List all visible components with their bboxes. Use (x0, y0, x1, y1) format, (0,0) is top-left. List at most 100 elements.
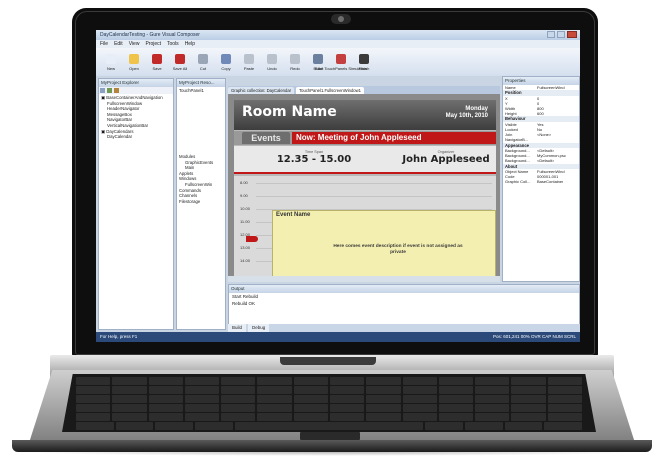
start-touchpanels-simulation-button[interactable]: Start TouchPanels Simulation (315, 53, 367, 71)
key[interactable] (76, 413, 111, 421)
key[interactable] (293, 386, 328, 394)
key[interactable] (293, 395, 328, 403)
key[interactable] (544, 422, 582, 430)
resource-item[interactable]: Filestorage (179, 199, 213, 205)
explorer-item[interactable]: DayCalendar (101, 134, 171, 140)
key[interactable] (425, 422, 463, 430)
key[interactable] (438, 395, 474, 403)
undo-button[interactable]: Undo (263, 53, 281, 71)
key[interactable] (547, 386, 582, 394)
key[interactable] (504, 422, 543, 430)
key[interactable] (547, 404, 582, 412)
key[interactable] (511, 395, 546, 403)
key[interactable] (511, 386, 546, 394)
key[interactable] (511, 404, 546, 412)
cut-button[interactable]: Cut (194, 53, 212, 71)
open-button[interactable]: Open (125, 53, 143, 71)
menu-item-file[interactable]: File (100, 41, 108, 47)
key[interactable] (329, 386, 365, 394)
key[interactable] (234, 422, 424, 430)
key[interactable] (112, 386, 147, 394)
key[interactable] (257, 377, 292, 385)
key[interactable] (438, 386, 474, 394)
key[interactable] (148, 404, 183, 412)
finish-button[interactable]: Finish (355, 53, 373, 71)
key[interactable] (221, 386, 256, 394)
key[interactable] (112, 404, 147, 412)
resources-top-item[interactable]: TouchPanel1 (179, 88, 223, 94)
key[interactable] (402, 413, 437, 421)
key[interactable] (184, 413, 220, 421)
events-tab[interactable]: Events (242, 132, 290, 144)
explorer-item[interactable]: ▣ BaseContainerAndNavigation (101, 95, 171, 101)
key[interactable] (221, 413, 256, 421)
explorer-tool-icon[interactable] (114, 88, 119, 93)
output-tab-debug[interactable]: Debug (248, 324, 270, 332)
key[interactable] (293, 377, 328, 385)
key[interactable] (366, 413, 401, 421)
key[interactable] (438, 404, 474, 412)
explorer-tool-icon[interactable] (100, 88, 105, 93)
close-icon[interactable] (567, 31, 577, 38)
key[interactable] (76, 404, 111, 412)
menu-item-view[interactable]: View (129, 41, 140, 47)
property-row[interactable]: Graphic Coll... BaseContainer (503, 179, 579, 184)
key[interactable] (112, 413, 147, 421)
key[interactable] (475, 386, 510, 394)
key[interactable] (293, 404, 328, 412)
key[interactable] (366, 395, 401, 403)
key[interactable] (184, 404, 220, 412)
explorer-tool-icon[interactable] (107, 88, 112, 93)
key[interactable] (438, 413, 474, 421)
menu-item-project[interactable]: Project (145, 41, 161, 47)
copy-button[interactable]: Copy (217, 53, 235, 71)
key[interactable] (475, 377, 510, 385)
key[interactable] (402, 404, 437, 412)
key[interactable] (293, 413, 328, 421)
menu-item-tools[interactable]: Tools (167, 41, 179, 47)
key[interactable] (112, 395, 147, 403)
key[interactable] (148, 377, 183, 385)
key[interactable] (257, 413, 292, 421)
key[interactable] (464, 422, 503, 430)
document-tab[interactable]: TouchPanel1.FullscreenWindow1 (296, 87, 364, 94)
new-button[interactable]: New (102, 53, 120, 71)
key[interactable] (184, 377, 220, 385)
resource-item[interactable]: FullscreenWin (179, 182, 213, 188)
key[interactable] (329, 395, 365, 403)
key[interactable] (148, 395, 183, 403)
key[interactable] (438, 377, 474, 385)
maximize-icon[interactable] (557, 31, 565, 38)
paste-button[interactable]: Paste (240, 53, 258, 71)
key[interactable] (402, 377, 437, 385)
key[interactable] (115, 422, 154, 430)
key[interactable] (257, 386, 292, 394)
key[interactable] (547, 395, 582, 403)
key[interactable] (76, 386, 111, 394)
key[interactable] (257, 404, 292, 412)
key[interactable] (155, 422, 194, 430)
key[interactable] (402, 395, 437, 403)
canvas-scrollbar[interactable] (228, 276, 500, 282)
key[interactable] (475, 395, 510, 403)
key[interactable] (195, 422, 233, 430)
save-button[interactable]: Save (148, 53, 166, 71)
key[interactable] (221, 395, 256, 403)
key[interactable] (366, 386, 401, 394)
key[interactable] (148, 386, 183, 394)
key[interactable] (76, 422, 114, 430)
key[interactable] (511, 377, 546, 385)
minimize-icon[interactable] (547, 31, 555, 38)
key[interactable] (366, 404, 401, 412)
key[interactable] (511, 413, 546, 421)
key[interactable] (475, 404, 510, 412)
document-tab[interactable]: Graphic collection: DayCalendar (228, 87, 295, 94)
key[interactable] (547, 413, 582, 421)
key[interactable] (76, 377, 111, 385)
key[interactable] (184, 395, 220, 403)
menu-item-edit[interactable]: Edit (114, 41, 123, 47)
key[interactable] (329, 377, 365, 385)
redo-button[interactable]: Redo (286, 53, 304, 71)
key[interactable] (547, 377, 582, 385)
key[interactable] (257, 395, 292, 403)
